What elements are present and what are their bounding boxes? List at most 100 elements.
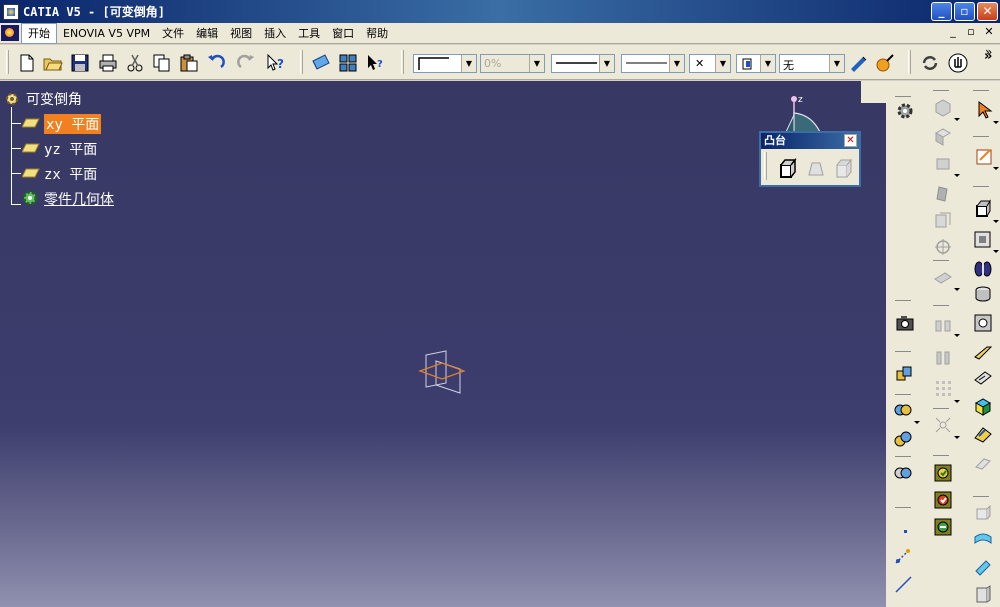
right-overflow-icon[interactable]: »	[985, 45, 992, 59]
line-type-combo[interactable]: ▼	[621, 54, 685, 73]
groove-icon[interactable]	[973, 284, 993, 304]
sketch-reference-icon[interactable]	[933, 463, 953, 483]
window-title: CATIA V5 - [可变倒角]	[23, 5, 165, 19]
menu-enovia[interactable]: ENOVIA V5 VPM	[57, 24, 156, 43]
menu-start[interactable]: 开始	[21, 22, 57, 44]
tree-item-zx-plane[interactable]: zx 平面	[44, 164, 97, 184]
pad-dropdown-icon[interactable]	[993, 220, 999, 223]
properties-brush-icon[interactable]	[875, 53, 895, 73]
layer-combo[interactable]: 无 ▼	[779, 54, 845, 73]
line-icon[interactable]	[893, 574, 913, 594]
tree-item-xy-plane[interactable]: xy 平面	[44, 114, 102, 134]
parameters-gear-icon[interactable]	[895, 101, 915, 121]
save-icon[interactable]	[70, 53, 90, 73]
pad-icon[interactable]	[777, 157, 799, 179]
open-folder-icon[interactable]	[43, 53, 63, 73]
copy-icon[interactable]	[152, 53, 172, 73]
tree-item-yz-plane[interactable]: yz 平面	[44, 139, 97, 159]
painter-icon[interactable]	[849, 53, 869, 73]
part-root-icon[interactable]	[4, 91, 20, 107]
pocket-dropdown-icon[interactable]	[993, 250, 999, 253]
stiffener-icon[interactable]	[973, 424, 993, 444]
update-icon[interactable]	[920, 53, 940, 73]
solid-combine-icon[interactable]	[973, 397, 993, 417]
dropdown-icon[interactable]	[954, 334, 960, 337]
apply-material-icon[interactable]	[893, 400, 913, 420]
sketch-output-icon[interactable]	[933, 490, 953, 510]
sketcher-icon[interactable]	[975, 146, 995, 166]
dropdown-icon[interactable]	[954, 118, 960, 121]
multi-view-icon[interactable]	[338, 53, 358, 73]
fly-mode-icon[interactable]	[311, 53, 331, 73]
line-thickness-combo[interactable]: ▼	[551, 54, 615, 73]
thickness-icon	[936, 158, 950, 170]
render-style-combo[interactable]: ▼	[736, 54, 776, 73]
menu-tools[interactable]: 工具	[292, 24, 326, 43]
toolbar-grip[interactable]	[401, 50, 404, 74]
menu-edit[interactable]: 编辑	[190, 24, 224, 43]
point-icon[interactable]	[895, 521, 915, 541]
analysis-icon[interactable]	[893, 429, 913, 449]
close-surface-icon[interactable]	[973, 584, 993, 604]
toolbar-grip[interactable]	[300, 50, 303, 74]
hole-icon[interactable]	[973, 313, 993, 333]
doc-close-button[interactable]: ✕	[982, 25, 996, 38]
toolbar-grip[interactable]	[908, 50, 911, 74]
paste-icon[interactable]	[179, 53, 199, 73]
pan-hand-icon[interactable]	[948, 53, 968, 73]
select-arrow-icon[interactable]	[975, 100, 995, 120]
undo-icon[interactable]	[206, 53, 226, 73]
close-button[interactable]: ✕	[977, 2, 998, 21]
shaft-icon[interactable]	[973, 259, 993, 279]
whats-this-help-icon[interactable]: ?	[265, 53, 285, 73]
catia-app-icon[interactable]	[3, 3, 19, 20]
select-dropdown-icon[interactable]	[993, 121, 999, 124]
menu-view[interactable]: 视图	[224, 24, 258, 43]
tree-item-part-body[interactable]: 零件几何体	[44, 189, 114, 209]
new-document-icon[interactable]	[17, 53, 37, 73]
menu-help[interactable]: 帮助	[360, 24, 394, 43]
apply-material-dropdown-icon[interactable]	[914, 421, 920, 424]
boolean-operations-icon[interactable]	[893, 463, 913, 483]
minimize-button[interactable]: _	[931, 2, 952, 21]
dropdown-icon[interactable]	[954, 436, 960, 439]
document-icon[interactable]	[1, 25, 19, 41]
color-combo[interactable]: ▼	[413, 54, 477, 73]
doc-minimize-button[interactable]: _	[946, 25, 960, 38]
slot-icon[interactable]	[973, 368, 993, 388]
points-line-icon[interactable]	[893, 546, 913, 566]
dropdown-icon[interactable]	[954, 288, 960, 291]
dropdown-icon[interactable]	[954, 400, 960, 403]
drafted-pad-icon	[808, 162, 824, 176]
pocket-icon[interactable]	[973, 229, 993, 249]
pad-toolbar-close-button[interactable]: ✕	[844, 134, 857, 147]
sketcher-dropdown-icon[interactable]	[993, 167, 999, 170]
point-symbol-combo[interactable]: ✕ ▼	[689, 54, 731, 73]
surface-icon[interactable]	[973, 529, 993, 549]
sketch-profile-icon[interactable]	[933, 517, 953, 537]
dropdown-icon[interactable]	[954, 174, 960, 177]
menu-window[interactable]: 窗口	[326, 24, 360, 43]
pad-feature-icon[interactable]	[973, 198, 993, 218]
toolbar-grip[interactable]	[764, 152, 767, 180]
tree-root-label[interactable]: 可变倒角	[26, 89, 82, 109]
3d-viewport[interactable]: 可变倒角 xy 平面 yz 平面 zx 平面 零件几何体 z y x	[0, 81, 886, 607]
print-icon[interactable]	[98, 53, 118, 73]
camera-icon[interactable]	[895, 313, 915, 333]
pattern-icon	[936, 381, 951, 396]
maximize-button[interactable]: ▫	[954, 2, 975, 21]
doc-restore-button[interactable]: ▫	[964, 25, 978, 38]
select-query-icon[interactable]: ?	[365, 53, 385, 73]
thick-surface-icon[interactable]	[973, 557, 993, 577]
rib-icon[interactable]	[973, 343, 993, 363]
measure-between-icon[interactable]	[894, 363, 914, 383]
layer-value: 无	[783, 59, 794, 72]
toolbar-separator	[973, 186, 989, 187]
toolbar-grip[interactable]	[6, 50, 9, 74]
menu-insert[interactable]: 插入	[258, 24, 292, 43]
transparency-value: 0%	[484, 57, 502, 70]
menu-file[interactable]: 文件	[156, 24, 190, 43]
pad-toolbar[interactable]: 凸台 ✕	[759, 131, 861, 187]
cut-icon[interactable]	[125, 53, 145, 73]
plane-icon	[22, 118, 40, 128]
